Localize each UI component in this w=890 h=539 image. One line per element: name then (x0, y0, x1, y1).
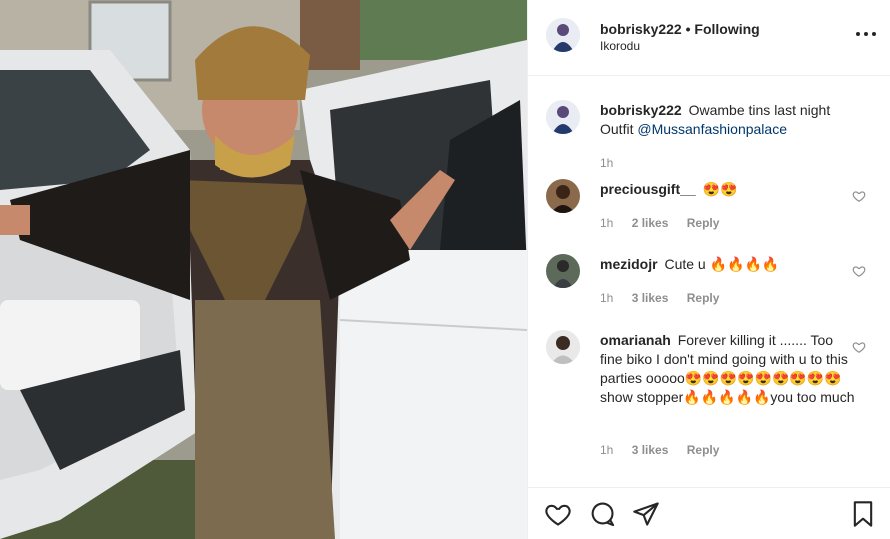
comment-time[interactable]: 1h (600, 443, 613, 457)
avatar-image (546, 330, 580, 364)
comment-likes[interactable]: 3 likes (632, 291, 669, 305)
comment-meta: 1h 3 likes Reply (600, 291, 734, 305)
header-user-line: bobrisky222 • Following (600, 21, 760, 37)
comment-meta: 1h 2 likes Reply (600, 216, 734, 230)
avatar[interactable] (546, 100, 580, 134)
comment-text: preciousgift__ 😍😍 (600, 180, 855, 199)
caption-meta: 1h (600, 156, 628, 170)
avatar[interactable] (546, 18, 580, 52)
comment-text: omarianah Forever killing it ....... Too… (600, 331, 855, 407)
reply-button[interactable]: Reply (687, 443, 720, 457)
comment-like-heart-icon[interactable] (852, 264, 866, 278)
comments-list[interactable]: bobrisky222 Owambe tins last night Outfi… (528, 77, 890, 487)
post-action-bar (528, 487, 890, 539)
following-button[interactable]: Following (694, 21, 759, 37)
caption-mention-link[interactable]: @Mussanfashionpalace (637, 121, 787, 137)
location-link[interactable]: Ikorodu (600, 39, 640, 53)
caption-username[interactable]: bobrisky222 (600, 102, 682, 118)
username-link[interactable]: bobrisky222 (600, 21, 682, 37)
comment-username[interactable]: mezidojr (600, 256, 658, 272)
comment-body: 😍😍 (702, 181, 738, 197)
more-options-glyph (856, 32, 876, 36)
caption-text: bobrisky222 Owambe tins last night Outfi… (600, 101, 855, 139)
comment-text: mezidojr Cute u 🔥🔥🔥🔥 (600, 255, 855, 274)
comment-icon[interactable] (588, 500, 616, 528)
comment-likes[interactable]: 3 likes (632, 443, 669, 457)
post-photo-illustration (0, 0, 527, 539)
reply-button[interactable]: Reply (687, 216, 720, 230)
avatar-image (546, 18, 580, 52)
post-side-panel: bobrisky222 • Following Ikorodu bobrisky… (527, 0, 890, 539)
comment-meta: 1h 3 likes Reply (600, 443, 734, 457)
comment-time[interactable]: 1h (600, 291, 613, 305)
post-photo[interactable] (0, 0, 527, 539)
comment-time[interactable]: 1h (600, 216, 613, 230)
avatar-image (546, 179, 580, 213)
comment-like-heart-icon[interactable] (852, 340, 866, 354)
comment-username[interactable]: preciousgift__ (600, 181, 696, 197)
avatar[interactable] (546, 254, 580, 288)
more-options-icon[interactable] (853, 24, 879, 44)
comment-body: Cute u 🔥🔥🔥🔥 (664, 256, 780, 272)
comment-likes[interactable]: 2 likes (632, 216, 669, 230)
post-header: bobrisky222 • Following Ikorodu (528, 0, 890, 76)
avatar[interactable] (546, 330, 580, 364)
caption-time[interactable]: 1h (600, 156, 613, 170)
heart-icon[interactable] (544, 500, 572, 528)
comment-username[interactable]: omarianah (600, 332, 671, 348)
avatar-image (546, 254, 580, 288)
separator-dot: • (685, 21, 691, 37)
reply-button[interactable]: Reply (687, 291, 720, 305)
avatar-image (546, 100, 580, 134)
share-icon[interactable] (632, 500, 660, 528)
comment-like-heart-icon[interactable] (852, 189, 866, 203)
avatar[interactable] (546, 179, 580, 213)
bookmark-icon[interactable] (849, 500, 877, 528)
